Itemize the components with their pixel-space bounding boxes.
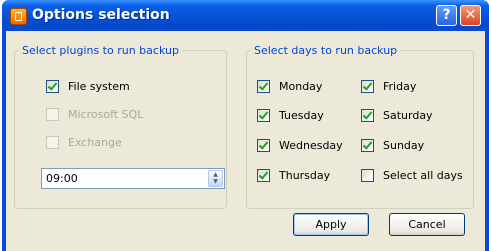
plugin-label: Microsoft SQL — [68, 108, 144, 121]
help-button[interactable]: ? — [436, 5, 457, 26]
day-label: Sunday — [383, 139, 425, 152]
time-value[interactable]: 09:00 — [46, 172, 78, 185]
day-tuesday-checkbox[interactable]: Tuesday — [257, 109, 324, 122]
options-dialog: Options selection ? ✕ Select plugins to … — [2, 0, 489, 251]
select-all-days-checkbox[interactable]: Select all days — [361, 169, 463, 182]
plugin-exchange-checkbox: Exchange — [46, 136, 122, 149]
plugins-legend: Select plugins to run backup — [22, 44, 179, 57]
day-wednesday-checkbox[interactable]: Wednesday — [257, 139, 343, 152]
checkbox-checked-icon[interactable] — [361, 139, 374, 152]
checkbox-checked-icon[interactable] — [361, 80, 374, 93]
day-label: Saturday — [383, 109, 433, 122]
day-saturday-checkbox[interactable]: Saturday — [361, 109, 433, 122]
day-label: Select all days — [383, 169, 463, 182]
day-label: Friday — [383, 80, 417, 93]
checkbox-unchecked-icon[interactable] — [361, 169, 374, 182]
day-friday-checkbox[interactable]: Friday — [361, 80, 416, 93]
app-icon — [10, 8, 27, 25]
plugin-label: File system — [68, 80, 130, 93]
day-sunday-checkbox[interactable]: Sunday — [361, 139, 424, 152]
checkbox-checked-icon[interactable] — [46, 80, 59, 93]
day-label: Thursday — [279, 169, 331, 182]
plugin-microsoft-sql-checkbox: Microsoft SQL — [46, 108, 143, 121]
days-legend: Select days to run backup — [254, 44, 398, 57]
title-bar[interactable]: Options selection ? ✕ — [2, 0, 489, 31]
day-monday-checkbox[interactable]: Monday — [257, 80, 322, 93]
checkbox-checked-icon[interactable] — [257, 109, 270, 122]
time-spinner[interactable]: 09:00 ▲ ▼ — [41, 168, 225, 189]
day-label: Wednesday — [279, 139, 343, 152]
checkbox-disabled-icon — [46, 136, 59, 149]
days-group: Select days to run backup — [246, 44, 474, 209]
checkbox-checked-icon[interactable] — [257, 80, 270, 93]
day-thursday-checkbox[interactable]: Thursday — [257, 169, 330, 182]
plugin-label: Exchange — [68, 136, 122, 149]
checkbox-disabled-icon — [46, 108, 59, 121]
checkbox-checked-icon[interactable] — [257, 139, 270, 152]
plugin-file-system-checkbox[interactable]: File system — [46, 80, 130, 93]
spinner-arrows-icon[interactable]: ▲ ▼ — [208, 170, 223, 187]
cancel-button[interactable]: Cancel — [389, 213, 465, 236]
checkbox-checked-icon[interactable] — [257, 169, 270, 182]
day-label: Tuesday — [279, 109, 324, 122]
window-title: Options selection — [32, 7, 170, 23]
apply-button[interactable]: Apply — [293, 213, 369, 236]
day-label: Monday — [279, 80, 323, 93]
checkbox-checked-icon[interactable] — [361, 109, 374, 122]
close-button[interactable]: ✕ — [460, 5, 481, 26]
